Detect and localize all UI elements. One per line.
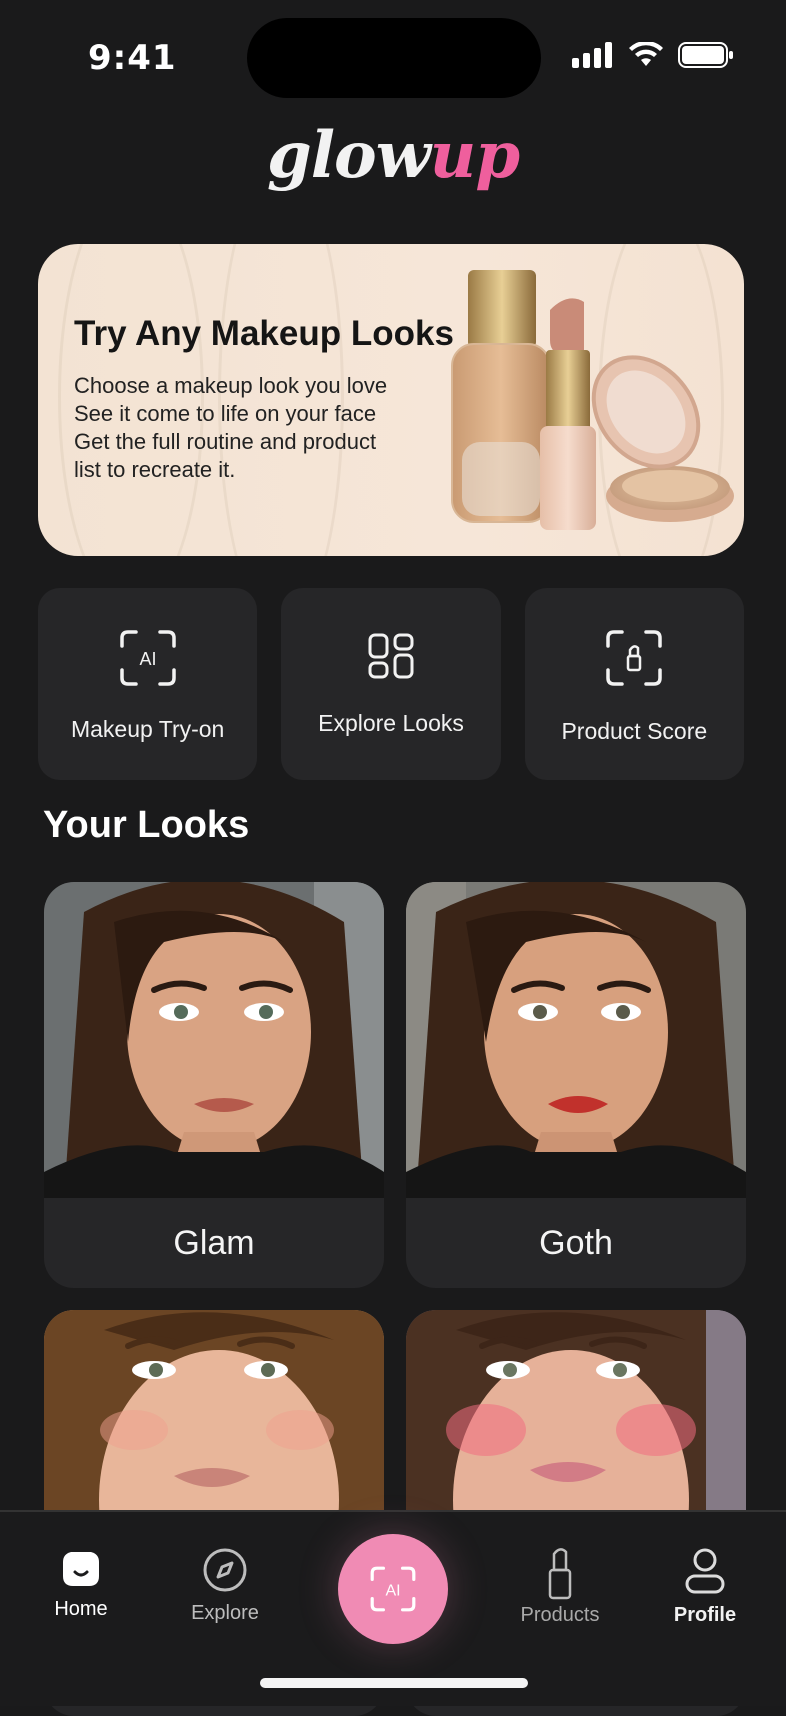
ai-scan-icon: AI (370, 1566, 416, 1612)
fab-icon-text: AI (385, 1582, 400, 1599)
nav-home-label: Home (54, 1598, 108, 1620)
battery-icon (678, 42, 733, 68)
hero-title: Try Any Makeup Looks (74, 314, 454, 353)
status-time: 9:41 (88, 38, 177, 78)
home-indicator (260, 1678, 528, 1688)
nav-explore[interactable]: Explore (165, 1548, 285, 1625)
app-logo: glowup (0, 118, 786, 193)
bottom-navigation: Home Explore AI Products Profile (0, 1510, 786, 1706)
dynamic-island (247, 18, 541, 98)
hero-line: Choose a makeup look you love (74, 373, 388, 398)
explore-looks-label: Explore Looks (318, 710, 464, 736)
ai-scan-icon: AI (119, 630, 176, 686)
grid-icon (368, 633, 414, 679)
makeup-products-illustration (451, 270, 734, 530)
product-score-button[interactable]: Product Score (524, 588, 744, 780)
lipstick-icon (548, 1548, 572, 1600)
look-photo (406, 882, 746, 1198)
hero-line: Get the full routine and product (74, 429, 377, 454)
nav-products-label: Products (520, 1604, 600, 1626)
logo-text-glow: glow (266, 118, 431, 193)
product-score-label: Product Score (561, 718, 708, 744)
look-card-goth[interactable]: Goth (406, 882, 746, 1288)
makeup-tryon-button[interactable]: AI Makeup Try-on (38, 588, 258, 780)
look-card-glam[interactable]: Glam (44, 882, 384, 1288)
look-name: Glam (173, 1224, 255, 1262)
status-bar: 9:41 (0, 0, 786, 120)
compass-icon (203, 1548, 247, 1592)
quick-actions: AI Makeup Try-on Explore Looks Product S… (38, 588, 744, 780)
home-icon (63, 1552, 99, 1586)
explore-looks-button[interactable]: Explore Looks (281, 588, 501, 780)
nav-profile-label: Profile (673, 1604, 737, 1626)
profile-icon (685, 1548, 725, 1594)
nav-products[interactable]: Products (500, 1548, 620, 1627)
logo-text-up: up (429, 118, 520, 193)
look-photo (44, 882, 384, 1198)
nav-profile[interactable]: Profile (645, 1548, 765, 1627)
makeup-tryon-label: Makeup Try-on (70, 716, 225, 742)
wifi-icon (629, 42, 663, 66)
hero-banner[interactable]: Try Any Makeup Looks Choose a makeup loo… (38, 244, 744, 556)
look-name: Goth (539, 1224, 613, 1262)
ai-tryon-fab[interactable]: AI (338, 1534, 448, 1644)
nav-home[interactable]: Home (21, 1548, 141, 1621)
your-looks-title: Your Looks (43, 804, 250, 846)
hero-line: See it come to life on your face (74, 401, 377, 426)
ai-icon-text: AI (139, 649, 156, 669)
hero-line: list to recreate it. (74, 457, 236, 482)
lipstick-scan-icon (606, 630, 663, 686)
nav-explore-label: Explore (191, 1602, 259, 1624)
hero-description: Choose a makeup look you love See it com… (74, 372, 454, 484)
cellular-signal-icon (572, 42, 612, 68)
status-icons (572, 42, 734, 68)
